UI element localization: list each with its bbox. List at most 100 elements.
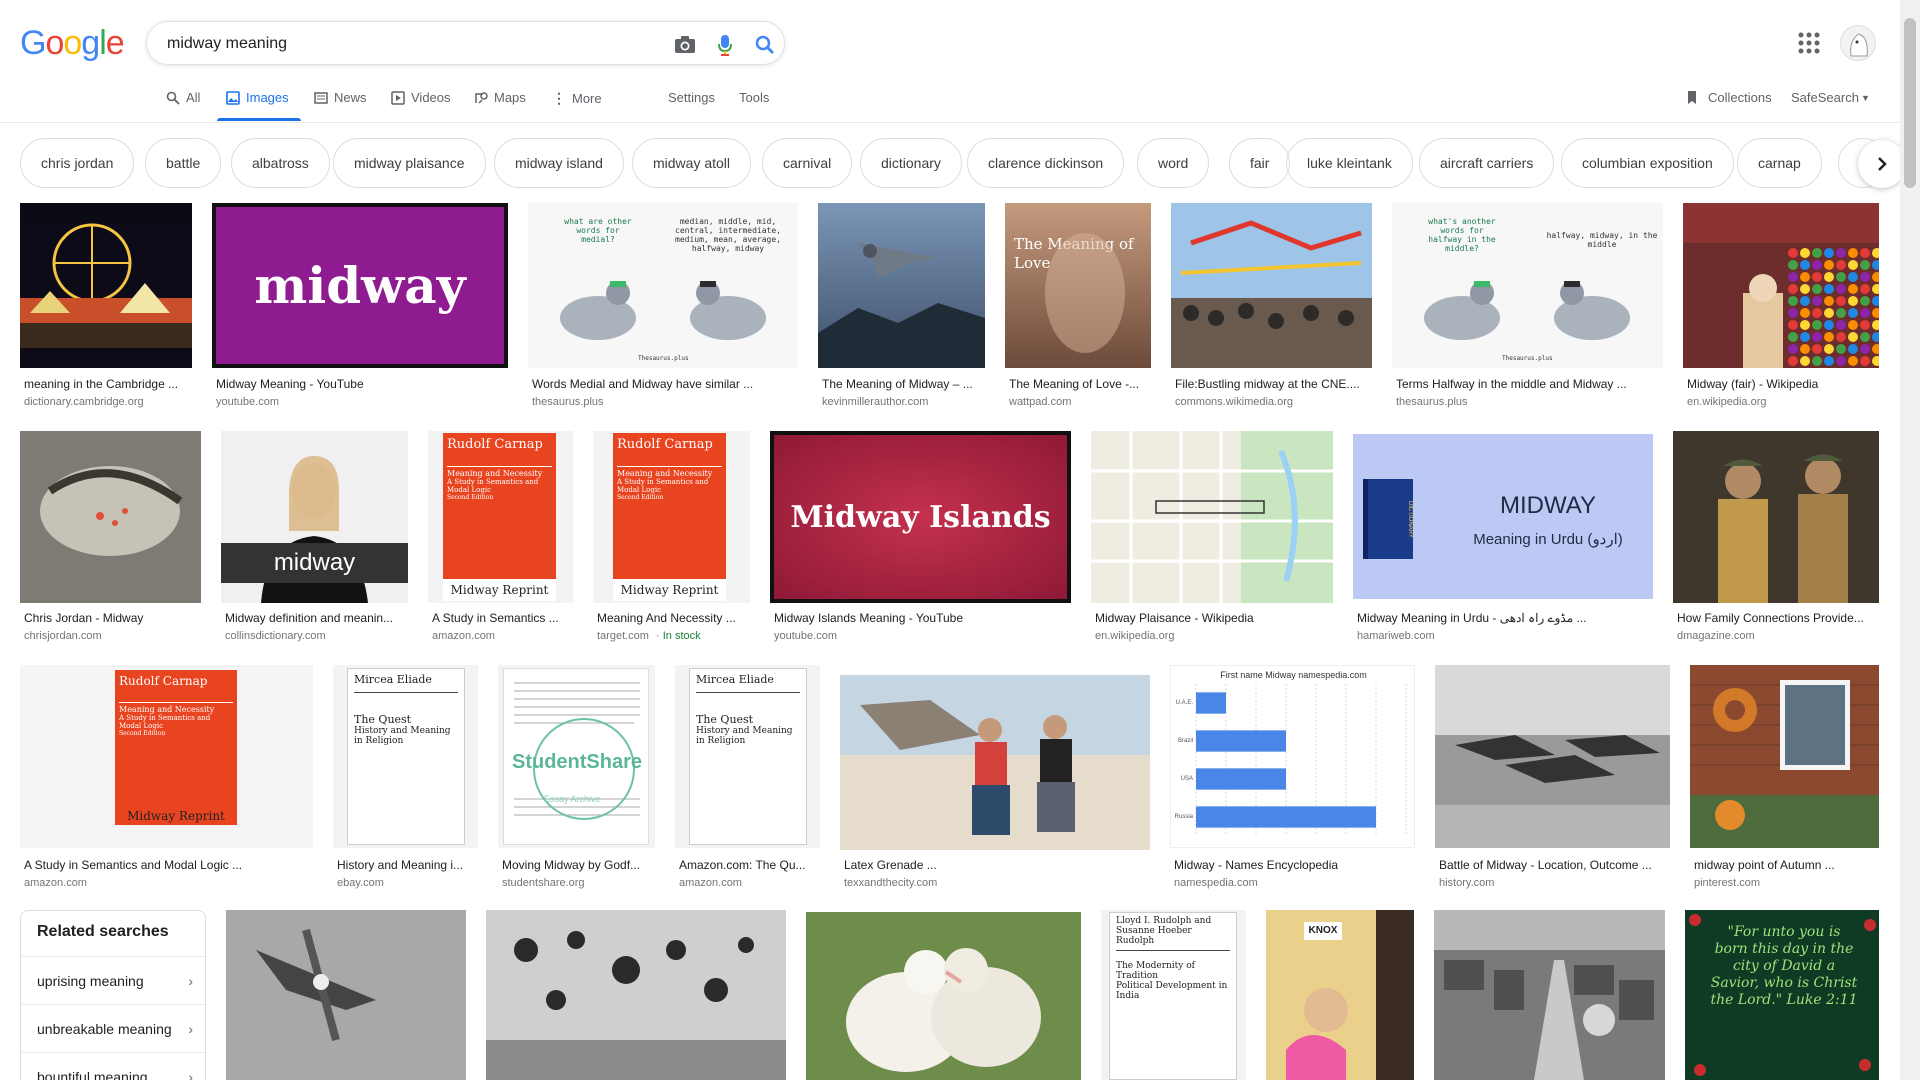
image-result[interactable]: Midway Islands Midway Islands Meaning - … (770, 431, 1071, 642)
midway-youtube-thumb[interactable]: midway (212, 203, 508, 368)
carnap-book-cover[interactable]: Rudolf Carnap Meaning and Necessity A St… (593, 431, 750, 603)
search-input[interactable] (167, 32, 637, 56)
collins-video-thumb[interactable]: midway (221, 431, 408, 603)
image-result[interactable]: midway Midway definition and meanin... c… (221, 431, 408, 642)
chip-fair[interactable]: fair (1229, 138, 1291, 188)
image-result[interactable]: Rudolf Carnap Meaning and Necessity A St… (428, 431, 573, 642)
autumn-porch-image[interactable] (1690, 665, 1879, 848)
studentshare-essay-image[interactable]: StudentShare Essay Archive (498, 665, 655, 848)
carnap-book-cover[interactable]: Rudolf Carnap Meaning and Necessity A St… (428, 431, 573, 603)
chip-clarence-dickinson[interactable]: clarence dickinson (967, 138, 1125, 188)
image-result[interactable]: Rudolf Carnap Meaning and Necessity A St… (593, 431, 750, 642)
image-result[interactable]: Mircea Eliade The Quest History and Mean… (675, 665, 820, 895)
image-result[interactable]: Rudolf Carnap Meaning and Necessity A St… (20, 665, 313, 895)
image-result[interactable]: DICTIONARY MIDWAY Meaning in Urdu (اردو)… (1353, 431, 1653, 642)
chip-chris-jordan[interactable]: chris jordan (20, 138, 135, 188)
thesaurus-pigeons-image[interactable]: what are other words for medial? median,… (528, 203, 798, 368)
tab-more[interactable]: ⋮ More (552, 90, 602, 107)
chip-midway-plaisance[interactable]: midway plaisance (333, 138, 486, 188)
camera-icon[interactable] (674, 34, 696, 56)
image-result[interactable]: How Family Connections Provide... dmagaz… (1673, 431, 1879, 642)
image-result[interactable]: midway point of Autumn ... pinterest.com (1690, 665, 1879, 895)
search-icon[interactable] (754, 34, 776, 56)
apps-grid-icon[interactable] (1796, 30, 1822, 56)
carnival-night-image[interactable] (20, 203, 192, 368)
safesearch-button[interactable]: SafeSearch ▼ (1791, 90, 1870, 105)
chips-next-button[interactable] (1858, 140, 1906, 188)
image-result[interactable]: Battle of Midway - Location, Outcome ...… (1435, 665, 1670, 895)
image-result[interactable] (806, 912, 1081, 1080)
image-result[interactable]: Midway Plaisance - Wikipedia en.wikipedi… (1091, 431, 1333, 642)
tab-maps[interactable]: Maps (474, 90, 526, 105)
microphone-icon[interactable] (714, 34, 736, 56)
cne-midway-image[interactable] (1171, 203, 1372, 368)
image-result[interactable]: what are other words for medial? median,… (528, 203, 798, 413)
luke-verse-image[interactable]: "For unto you is born this day in the ci… (1685, 910, 1879, 1080)
image-result[interactable]: meaning in the Cambridge ... dictionary.… (20, 203, 192, 413)
image-result[interactable] (486, 910, 786, 1080)
chip-luke-kleintank[interactable]: luke kleintank (1286, 138, 1413, 188)
tab-tools[interactable]: Tools (739, 90, 769, 105)
tab-videos[interactable]: Videos (391, 90, 451, 105)
image-result[interactable]: "For unto you is born this day in the ci… (1685, 910, 1879, 1080)
chip-midway-atoll[interactable]: midway atoll (632, 138, 752, 188)
dive-bomber-photo[interactable] (226, 910, 466, 1080)
avatar[interactable] (1840, 25, 1876, 61)
chip-albatross[interactable]: albatross (231, 138, 330, 188)
google-logo[interactable]: Google (20, 24, 125, 63)
midway-warplane-image[interactable] (818, 203, 985, 368)
tab-all[interactable]: All (166, 90, 200, 105)
midway-islands-youtube-thumb[interactable]: Midway Islands (770, 431, 1071, 603)
beach-photo-image[interactable] (840, 675, 1150, 850)
chip-battle[interactable]: battle (145, 138, 222, 188)
midway-urdu-image[interactable]: DICTIONARY MIDWAY Meaning in Urdu (اردو) (1353, 434, 1653, 599)
scrollbar-thumb[interactable] (1904, 18, 1916, 188)
albatross-carcass-image[interactable] (20, 431, 201, 603)
image-result[interactable]: Midway (fair) - Wikipedia en.wikipedia.o… (1683, 203, 1879, 413)
tab-images[interactable]: Images (226, 90, 289, 105)
image-result[interactable]: KNOX (1266, 910, 1414, 1080)
image-result[interactable] (226, 910, 466, 1080)
eliade-book-cover[interactable]: Mircea Eliade The Quest History and Mean… (333, 665, 478, 848)
meaning-of-love-image[interactable]: The Meaning of Love (1005, 203, 1151, 368)
midway-plaisance-map[interactable] (1091, 431, 1333, 603)
image-result[interactable]: Lloyd I. Rudolph and Susanne Hoeber Rudo… (1101, 910, 1246, 1080)
image-result[interactable]: Chris Jordan - Midway chrisjordan.com (20, 431, 201, 642)
image-result[interactable]: File:Bustling midway at the CNE.... comm… (1171, 203, 1372, 413)
collections-button[interactable]: Collections (1686, 90, 1772, 105)
battle-of-midway-photo[interactable] (1435, 665, 1670, 848)
related-search-item[interactable]: unbreakable meaning › (21, 1004, 205, 1052)
tab-settings[interactable]: Settings (668, 90, 715, 105)
image-result[interactable]: what's another words for halfway in the … (1392, 203, 1663, 413)
image-result[interactable]: The Meaning of Love The Meaning of Love … (1005, 203, 1151, 413)
chip-carnap[interactable]: carnap (1737, 138, 1822, 188)
aerial-city-photo[interactable] (1434, 910, 1665, 1080)
image-result[interactable]: midway Midway Meaning - YouTube youtube.… (212, 203, 508, 413)
related-search-item[interactable]: bountiful meaning › (21, 1052, 205, 1080)
rudolph-book-cover[interactable]: Lloyd I. Rudolph and Susanne Hoeber Rudo… (1101, 910, 1246, 1080)
image-result[interactable] (1434, 910, 1665, 1080)
chip-word[interactable]: word (1137, 138, 1210, 188)
chip-columbian-exposition[interactable]: columbian exposition (1561, 138, 1734, 188)
chip-midway-island[interactable]: midway island (494, 138, 624, 188)
image-result[interactable]: The Meaning of Midway – ... kevinmillera… (818, 203, 985, 413)
classroom-girl-photo[interactable]: KNOX (1266, 910, 1414, 1080)
thesaurus-pigeons-image[interactable]: what's another words for halfway in the … (1392, 203, 1663, 368)
chip-dictionary[interactable]: dictionary (860, 138, 962, 188)
carnap-book-cover[interactable]: Rudolf Carnap Meaning and Necessity A St… (20, 665, 313, 848)
page-scrollbar[interactable] (1900, 0, 1920, 1080)
chip-aircraft-carriers[interactable]: aircraft carriers (1419, 138, 1555, 188)
related-search-item[interactable]: uprising meaning › (21, 956, 205, 1004)
eliade-book-cover[interactable]: Mircea Eliade The Quest History and Mean… (675, 665, 820, 848)
image-result[interactable]: Latex Grenade ... texxandthecity.com (840, 665, 1150, 895)
chip-carnival[interactable]: carnival (762, 138, 853, 188)
image-result[interactable]: Mircea Eliade The Quest History and Mean… (333, 665, 478, 895)
namespedia-chart[interactable]: First name Midway namespedia.com U.A.E. B… (1170, 665, 1415, 848)
flak-battle-photo[interactable] (486, 910, 786, 1080)
image-result[interactable]: StudentShare Essay Archive Moving Midway… (498, 665, 655, 895)
soldiers-still-image[interactable] (1673, 431, 1879, 603)
tab-news[interactable]: News (314, 90, 367, 105)
albatross-pair-photo[interactable] (806, 912, 1081, 1080)
image-result[interactable]: First name Midway namespedia.com U.A.E. B… (1170, 665, 1415, 895)
midway-fair-balloons-image[interactable] (1683, 203, 1879, 368)
